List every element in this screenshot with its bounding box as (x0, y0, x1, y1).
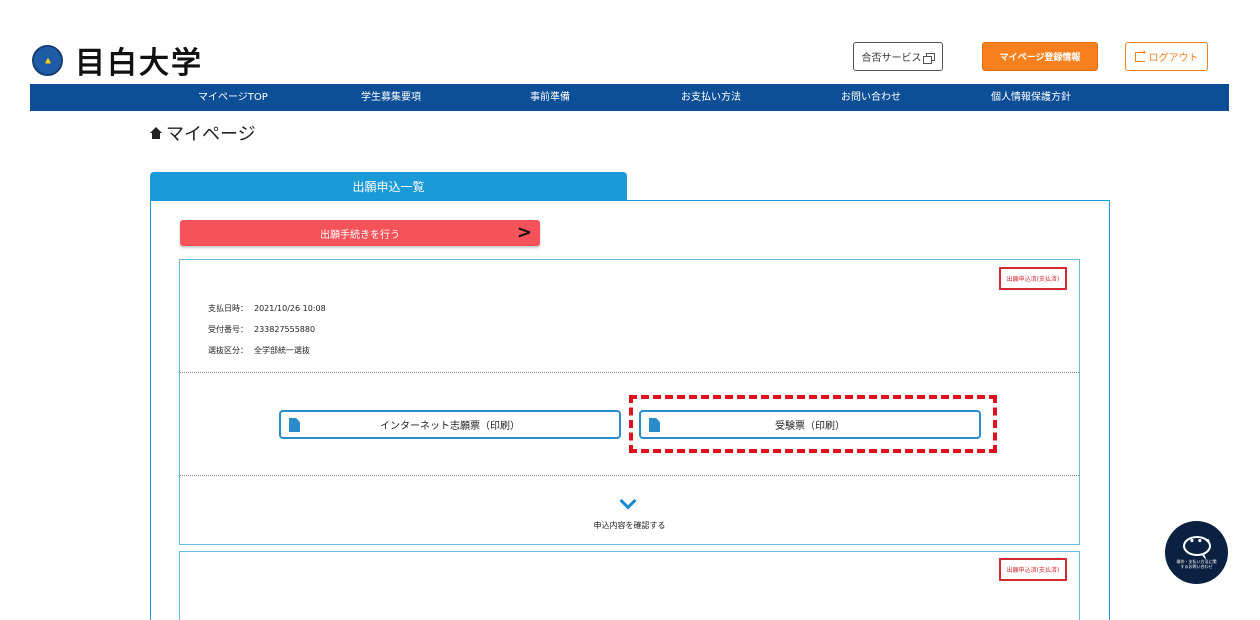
selection-type-value: 全学部統一選抜 (254, 346, 310, 355)
status-badge: 出願申込済(支払済) (999, 558, 1067, 581)
payment-date-value: 2021/10/26 10:08 (254, 304, 326, 313)
selection-type-label: 選抜区分： (208, 346, 248, 355)
nav-item-contact[interactable]: お問い合わせ (841, 84, 901, 111)
mypage-register-info-button[interactable]: マイページ登録情報 (982, 42, 1098, 71)
page-title: マイページ (166, 124, 256, 145)
nav-item-privacy[interactable]: 個人情報保護方針 (991, 84, 1071, 111)
breadcrumb: マイページ (150, 120, 256, 146)
divider (180, 475, 1079, 476)
nav-item-guidelines[interactable]: 学生募集要項 (361, 84, 421, 111)
start-application-button[interactable]: 出願手続きを行う > (180, 220, 540, 246)
logo-text: 目白大学 (75, 46, 203, 81)
main-nav: マイページTOP 学生募集要項 事前準備 お支払い方法 お問い合わせ 個人情報保… (30, 84, 1229, 111)
chat-support-button[interactable]: 操作・支払い方法に関するお問い合わせ (1165, 521, 1228, 584)
register-label: マイページ登録情報 (999, 53, 1081, 63)
result-service-label: 合否サービス (861, 53, 922, 64)
nav-item-preparation[interactable]: 事前準備 (530, 84, 570, 111)
divider (180, 372, 1079, 373)
arrow-right-icon: > (516, 222, 532, 243)
payment-date-label: 支払日時： (208, 304, 248, 313)
print-application-form-label: インターネット志願票（印刷） (380, 421, 520, 432)
home-icon (150, 127, 162, 139)
receipt-number-label: 受付番号： (208, 325, 248, 334)
nav-item-mypage-top[interactable]: マイページTOP (198, 84, 268, 111)
tab-application-list[interactable]: 出願申込一覧 (150, 172, 627, 201)
chat-bubble-icon (1182, 534, 1212, 556)
receipt-number-row: 受付番号： 233827555880 (208, 324, 315, 335)
receipt-number-value: 233827555880 (254, 325, 316, 334)
chevron-down-icon[interactable] (620, 495, 634, 509)
university-emblem-icon (32, 44, 63, 76)
external-window-icon (922, 52, 935, 64)
application-card: 出願申込済(支払済) (179, 551, 1080, 620)
payment-date-row: 支払日時： 2021/10/26 10:08 (208, 303, 326, 314)
nav-item-payment[interactable]: お支払い方法 (681, 84, 741, 111)
tab-label: 出願申込一覧 (352, 180, 425, 194)
chat-label: 操作・支払い方法に関するお問い合わせ (1176, 559, 1217, 569)
status-badge: 出願申込済(支払済) (999, 267, 1067, 290)
logout-icon (1134, 48, 1146, 62)
confirm-details-link[interactable]: 申込内容を確認する (180, 520, 1079, 531)
highlight-annotation (629, 395, 997, 453)
print-application-form-button[interactable]: インターネット志願票（印刷） (279, 410, 621, 439)
logout-label: ログアウト (1148, 53, 1199, 64)
selection-type-row: 選抜区分： 全学部統一選抜 (208, 345, 310, 356)
start-application-label: 出願手続きを行う (320, 229, 400, 241)
site-logo[interactable]: 目白大学 (32, 42, 203, 81)
document-icon (289, 418, 300, 432)
result-service-button[interactable]: 合否サービス (853, 42, 943, 71)
logout-button[interactable]: ログアウト (1125, 42, 1208, 71)
